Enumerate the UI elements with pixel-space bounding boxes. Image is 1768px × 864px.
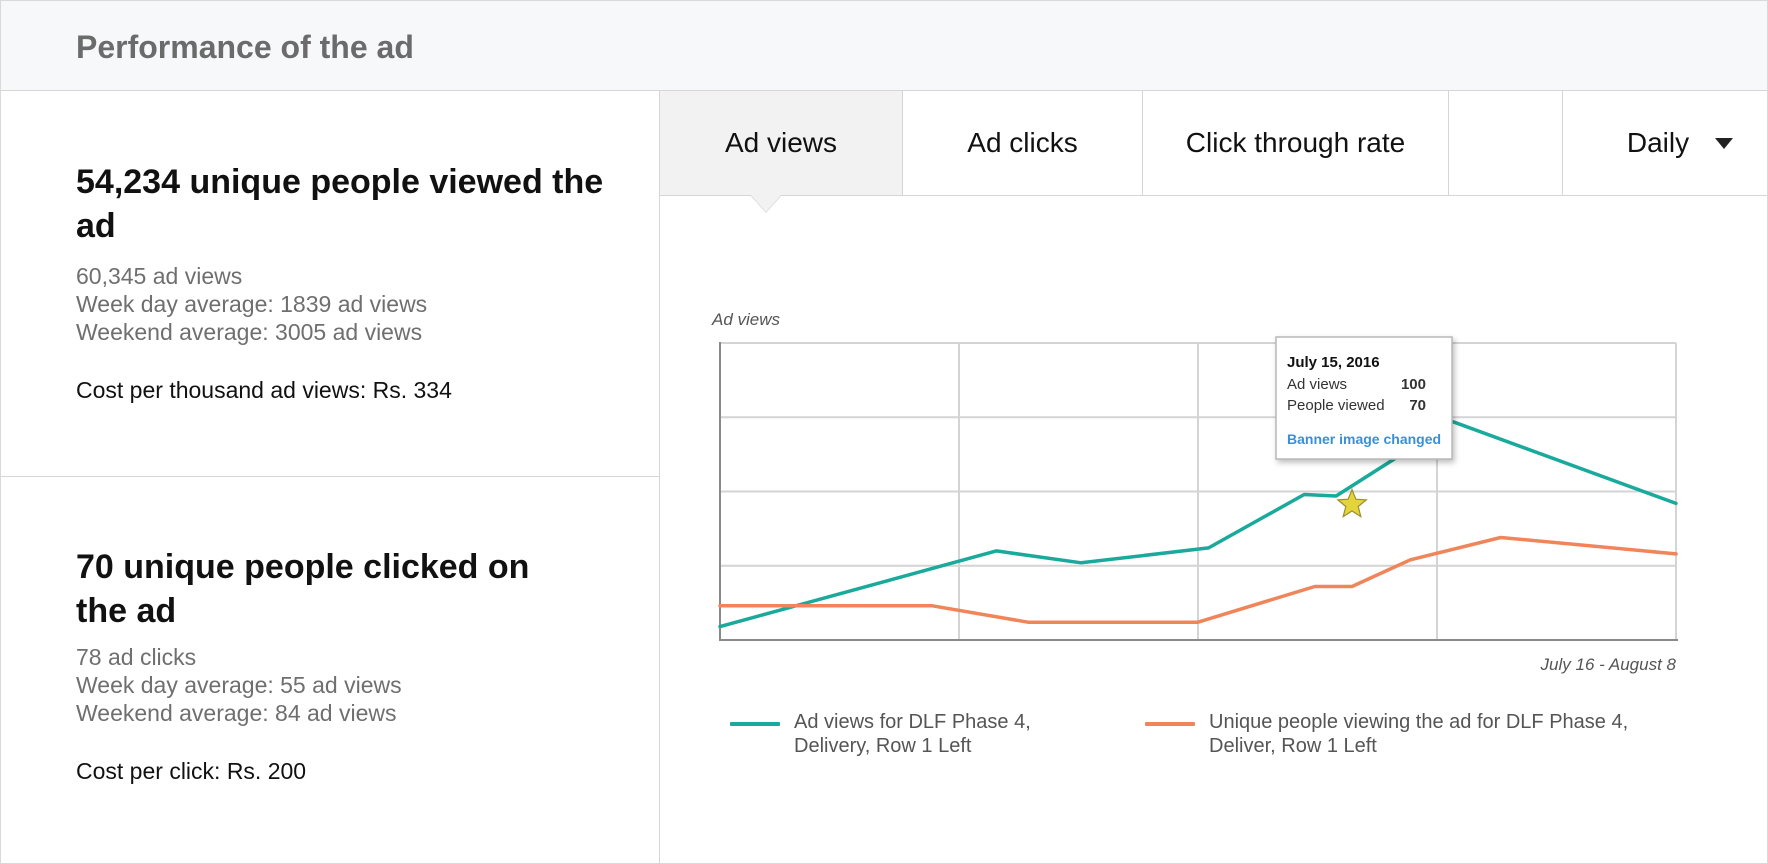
period-select[interactable]: Daily <box>1563 91 1767 195</box>
clicks-weekday-average: Week day average: 55 ad views <box>76 672 402 698</box>
tab-ad-views[interactable]: Ad views <box>660 91 903 195</box>
tooltip-ad-views-value: 100 <box>1401 376 1426 393</box>
views-headline: 54,234 unique people viewed the ad <box>76 163 604 245</box>
tooltip-ad-views-label: Ad views <box>1287 376 1347 393</box>
tab-ctr-label: Click through rate <box>1185 127 1406 158</box>
tab-ad-clicks-label: Ad clicks <box>967 127 1078 158</box>
tooltip-date: July 15, 2016 <box>1287 354 1380 371</box>
legend-label-unique-people: Unique people viewing the ad for DLF Pha… <box>1209 711 1629 757</box>
legend-item-unique-people: Unique people viewing the ad for DLF Pha… <box>1145 710 1649 758</box>
clicks-cost: Cost per click: Rs. 200 <box>76 758 307 784</box>
legend-item-ad-views: Ad views for DLF Phase 4, Delivery, Row … <box>730 710 1054 758</box>
active-tab-pointer-fill <box>751 195 781 212</box>
views-cost: Cost per thousand ad views: Rs. 334 <box>76 377 452 403</box>
chevron-down-icon <box>1715 137 1734 149</box>
tooltip-banner-note-link[interactable]: Banner image changed <box>1287 431 1441 447</box>
page-header: Performance of the ad <box>1 1 1767 91</box>
legend-swatch-ad-views <box>730 722 780 726</box>
tooltip-people-viewed-value: 70 <box>1409 397 1426 414</box>
tab-ad-views-label: Ad views <box>724 127 838 158</box>
clicks-summary: 70 unique people clicked on the ad 78 ad… <box>76 545 556 785</box>
legend-swatch-unique-people <box>1145 722 1195 726</box>
legend-label-ad-views: Ad views for DLF Phase 4, Delivery, Row … <box>794 711 1031 757</box>
views-weekday-average: Week day average: 1839 ad views <box>76 291 428 317</box>
views-total: 60,345 ad views <box>76 263 243 289</box>
views-summary: 54,234 unique people viewed the ad 60,34… <box>76 160 616 404</box>
chart-tooltip: July 15, 2016 Ad views 100 People viewed… <box>1275 336 1453 460</box>
tab-ad-clicks[interactable]: Ad clicks <box>903 91 1143 195</box>
tooltip-people-viewed-label: People viewed <box>1287 397 1385 414</box>
panel-divider-horizontal <box>1 476 660 477</box>
views-weekend-average: Weekend average: 3005 ad views <box>76 319 423 345</box>
page-title: Performance of the ad <box>76 29 414 65</box>
period-select-value: Daily <box>1626 127 1690 158</box>
ad-views-chart: Ad views July 16 - August 8 July 15, 201… <box>711 310 1678 674</box>
clicks-total: 78 ad clicks <box>76 644 197 670</box>
clicks-stat-lines: 78 ad clicks Week day average: 55 ad vie… <box>76 643 556 727</box>
tab-click-through-rate[interactable]: Click through rate <box>1143 91 1449 195</box>
clicks-weekend-average: Weekend average: 84 ad views <box>76 700 397 726</box>
chart-x-axis-label: July 16 - August 8 <box>1540 655 1677 674</box>
metric-tabs: Ad views Ad clicks Click through rate Da… <box>660 91 1767 196</box>
tab-empty[interactable] <box>1449 91 1563 195</box>
views-stat-lines: 60,345 ad views Week day average: 1839 a… <box>76 262 616 346</box>
chart-grid <box>719 342 1678 641</box>
chart-y-axis-label: Ad views <box>711 310 781 329</box>
clicks-headline: 70 unique people clicked on the ad <box>76 548 530 630</box>
